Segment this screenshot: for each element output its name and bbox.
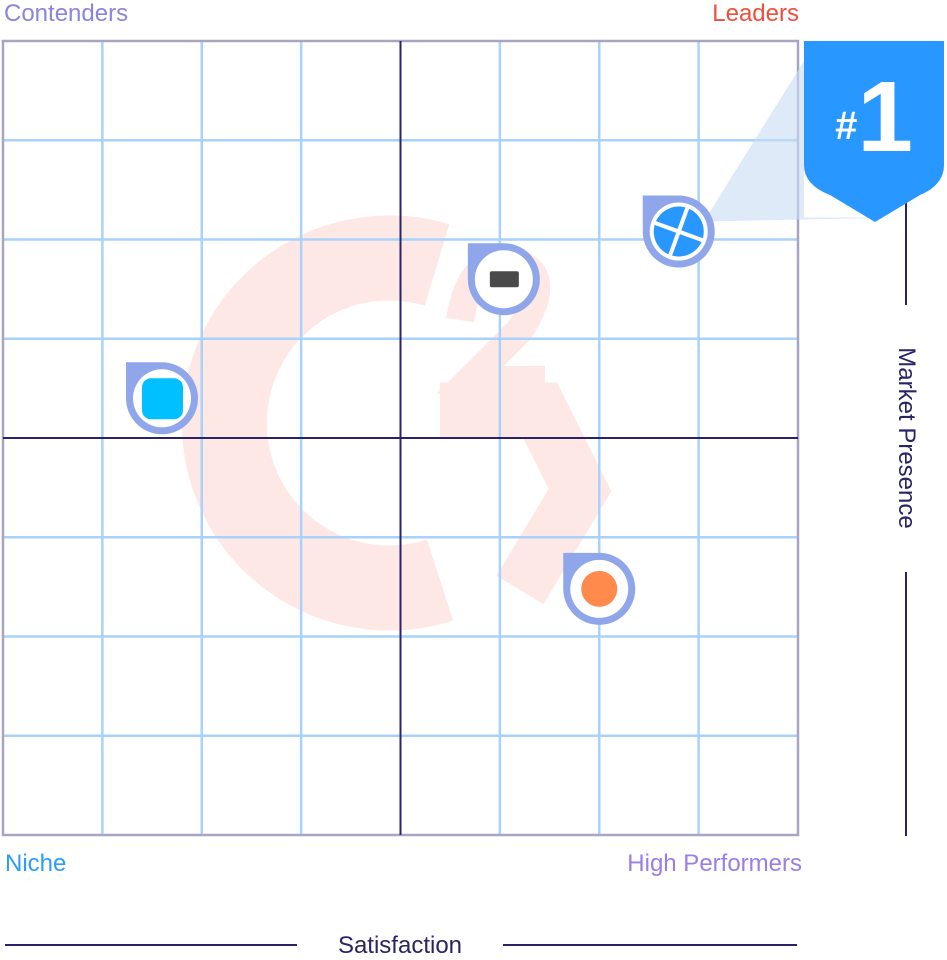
rank-badge-text: #1: [804, 67, 944, 167]
y-axis-label: Market Presence: [893, 347, 920, 529]
fan-hub: [675, 228, 682, 235]
product-logo-gray-bar-logo: [489, 271, 519, 288]
quadrant-label-high-performers: High Performers: [627, 850, 802, 877]
product-logo-orange-dot-logo: [581, 570, 618, 607]
badge-number: 1: [857, 61, 913, 173]
quadrant-label-contenders: Contenders: [4, 0, 129, 27]
quadrant-label-niche: Niche: [5, 850, 67, 877]
x-axis-label: Satisfaction: [337, 932, 463, 959]
badge-hash: #: [835, 104, 858, 148]
product-logo-cyan-square-logo: [142, 378, 183, 420]
quadrant-label-leaders: Leaders: [712, 0, 799, 27]
